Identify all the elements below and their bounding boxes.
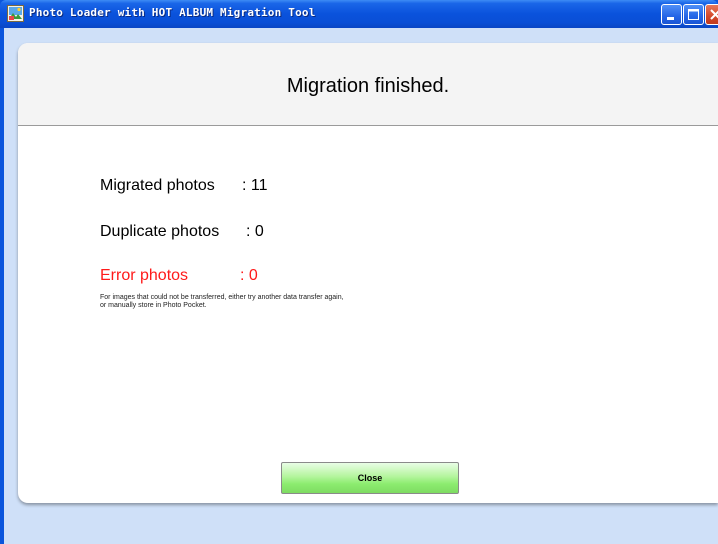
title-bar[interactable]: Photo Loader with HOT ALBUM Migration To… [0,0,718,28]
minimize-icon [667,17,674,20]
window-title: Photo Loader with HOT ALBUM Migration To… [29,6,316,19]
maximize-icon [688,9,699,20]
app-window: Photo Loader with HOT ALBUM Migration To… [0,0,718,544]
error-photos-label: Error photos [100,267,189,284]
error-photos-count: : 0 [240,267,258,284]
close-button[interactable]: Close [281,462,459,494]
window-client-area: Migration finished. Migrated photos: 11 … [4,28,718,544]
duplicate-photos-count: : 0 [246,223,264,240]
page-title: Migration finished. [286,75,450,97]
error-help-note: For images that could not be transferred… [100,294,344,310]
error-help-note-line-2: or manually store in Photo Pocket. [100,302,207,309]
photo-loader-app-icon [7,5,24,22]
migrated-photos-row: Migrated photos : 11 [100,177,268,195]
panel-header: Migration finished. [18,43,718,126]
duplicate-photos-label: Duplicate photos [100,223,220,240]
error-photos-row: Error photos : 0 [100,267,258,285]
duplicate-photos-row: Duplicate photos : 0 [100,223,264,241]
minimize-button[interactable] [661,4,682,25]
maximize-button[interactable] [683,4,704,25]
window-close-button[interactable] [705,4,718,25]
result-panel: Migration finished. Migrated photos: 11 … [18,43,718,503]
close-icon [710,9,718,20]
migrated-photos-count: : 11 [242,177,268,194]
error-help-note-line-1: For images that could not be transferred… [100,294,344,301]
migrated-photos-label: Migrated photos [100,177,215,194]
